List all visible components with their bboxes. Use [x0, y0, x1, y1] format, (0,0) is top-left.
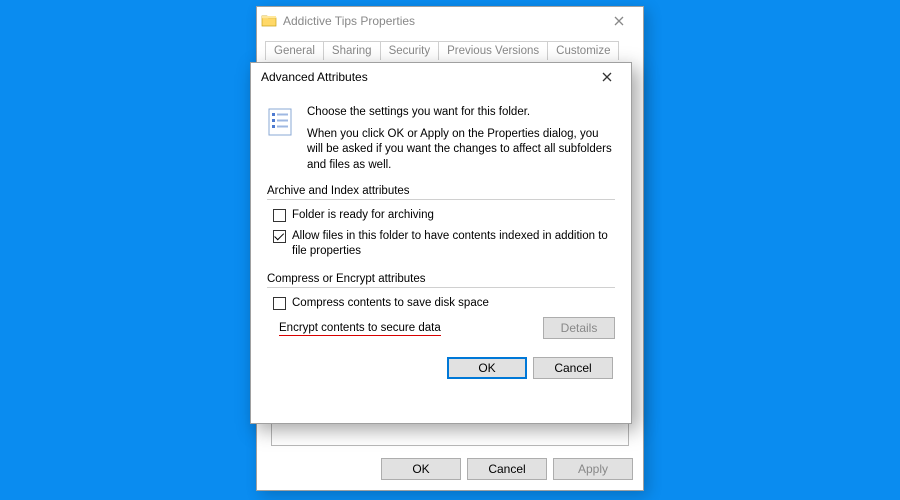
- checkbox-index[interactable]: [273, 230, 286, 243]
- tab-sharing[interactable]: Sharing: [323, 41, 381, 60]
- tab-general[interactable]: General: [265, 41, 324, 60]
- group-compress-encrypt-label: Compress or Encrypt attributes: [267, 273, 615, 285]
- checkbox-compress-label: Compress contents to save disk space: [292, 296, 615, 311]
- adv-intro-text: Choose the settings you want for this fo…: [307, 105, 615, 173]
- checkbox-index-row[interactable]: Allow files in this folder to have conte…: [273, 229, 615, 259]
- properties-ok-button[interactable]: OK: [381, 458, 461, 480]
- adv-body: Choose the settings you want for this fo…: [251, 91, 631, 379]
- adv-button-row: OK Cancel: [267, 357, 615, 379]
- properties-apply-button[interactable]: Apply: [553, 458, 633, 480]
- details-button[interactable]: Details: [543, 317, 615, 339]
- tab-customize[interactable]: Customize: [547, 41, 619, 60]
- adv-intro: Choose the settings you want for this fo…: [267, 105, 615, 173]
- advanced-attributes-dialog: Advanced Attributes: [250, 62, 632, 424]
- group-divider: [267, 287, 615, 288]
- properties-titlebar: Addictive Tips Properties: [257, 7, 643, 35]
- tab-security[interactable]: Security: [380, 41, 440, 60]
- tab-previous-versions[interactable]: Previous Versions: [438, 41, 548, 60]
- checkbox-archive-label: Folder is ready for archiving: [292, 208, 615, 223]
- properties-close-icon[interactable]: [599, 8, 639, 34]
- properties-tabbar: General Sharing Security Previous Versio…: [257, 35, 643, 60]
- desktop: Addictive Tips Properties General Sharin…: [0, 0, 900, 500]
- properties-title: Addictive Tips Properties: [283, 14, 599, 28]
- adv-close-icon[interactable]: [587, 64, 627, 90]
- adv-intro-line2: When you click OK or Apply on the Proper…: [307, 127, 615, 174]
- adv-titlebar: Advanced Attributes: [251, 63, 631, 91]
- adv-ok-button[interactable]: OK: [447, 357, 527, 379]
- folder-icon: [261, 13, 277, 29]
- checkbox-compress[interactable]: [273, 297, 286, 310]
- checkbox-encrypt-row: Encrypt contents to secure data Details: [273, 317, 615, 339]
- adv-intro-line1: Choose the settings you want for this fo…: [307, 105, 615, 121]
- checkbox-archive-row[interactable]: Folder is ready for archiving: [273, 208, 615, 223]
- checkbox-index-label: Allow files in this folder to have conte…: [292, 229, 615, 259]
- checkbox-encrypt-label[interactable]: Encrypt contents to secure data: [279, 322, 441, 334]
- document-list-icon: [267, 105, 297, 173]
- properties-button-row: OK Cancel Apply: [381, 458, 633, 480]
- group-divider: [267, 199, 615, 200]
- checkbox-archive[interactable]: [273, 209, 286, 222]
- group-compress-encrypt: Compress or Encrypt attributes Compress …: [267, 273, 615, 339]
- checkbox-compress-row[interactable]: Compress contents to save disk space: [273, 296, 615, 311]
- adv-cancel-button[interactable]: Cancel: [533, 357, 613, 379]
- group-archive-index-label: Archive and Index attributes: [267, 185, 615, 197]
- properties-cancel-button[interactable]: Cancel: [467, 458, 547, 480]
- group-archive-index: Archive and Index attributes Folder is r…: [267, 185, 615, 259]
- adv-title: Advanced Attributes: [255, 70, 587, 84]
